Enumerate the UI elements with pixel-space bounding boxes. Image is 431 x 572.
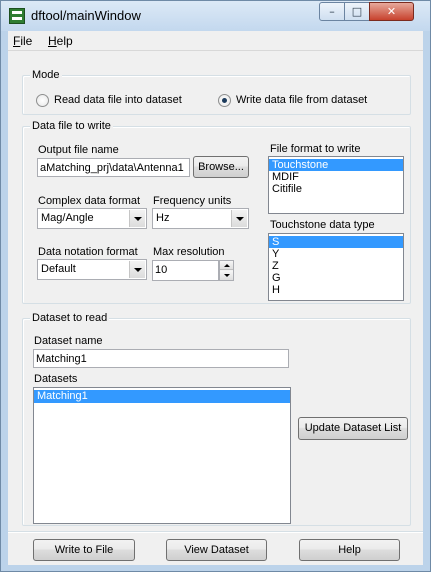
dataset-name-input[interactable]: Matching1 bbox=[33, 349, 289, 368]
close-icon: ✕ bbox=[386, 5, 397, 18]
list-item[interactable]: Citifile bbox=[269, 183, 403, 195]
update-dataset-list-button[interactable]: Update Dataset List bbox=[298, 417, 408, 440]
main-window: dftool/mainWindow – □ ✕ File Help Mode R… bbox=[0, 0, 431, 572]
notation-label: Data notation format bbox=[38, 246, 138, 258]
chevron-down-icon bbox=[129, 210, 145, 227]
complex-format-label: Complex data format bbox=[38, 195, 141, 207]
window-title: dftool/mainWindow bbox=[31, 8, 141, 23]
mode-legend: Mode bbox=[30, 69, 62, 81]
spin-down-icon[interactable] bbox=[220, 271, 233, 280]
dataset-legend: Dataset to read bbox=[30, 312, 110, 324]
client-area: Mode Read data file into dataset Write d… bbox=[8, 51, 423, 565]
spin-up-icon[interactable] bbox=[220, 261, 233, 270]
max-resolution-label: Max resolution bbox=[153, 246, 225, 258]
minimize-button[interactable]: – bbox=[319, 2, 345, 21]
output-file-input[interactable]: aMatching_prj\data\Antenna1 bbox=[37, 158, 190, 177]
title-bar[interactable]: dftool/mainWindow – □ ✕ bbox=[1, 1, 430, 31]
list-item[interactable]: Y bbox=[269, 248, 403, 260]
menu-file[interactable]: File bbox=[13, 34, 32, 48]
write-radio[interactable] bbox=[218, 94, 231, 107]
datasets-label: Datasets bbox=[34, 373, 78, 385]
menu-bar: File Help bbox=[8, 31, 423, 51]
list-item[interactable]: H bbox=[269, 284, 403, 296]
chevron-down-icon bbox=[231, 210, 247, 227]
notation-value: Default bbox=[41, 263, 76, 275]
list-item[interactable]: S bbox=[269, 236, 403, 248]
frequency-units-label: Frequency units bbox=[153, 195, 232, 207]
touchstone-type-label: Touchstone data type bbox=[270, 219, 375, 231]
list-item[interactable]: Touchstone bbox=[269, 159, 403, 171]
file-format-label: File format to write bbox=[270, 143, 361, 155]
max-resolution-spinner[interactable] bbox=[219, 260, 234, 281]
maximize-icon: □ bbox=[351, 5, 363, 18]
footer-divider bbox=[8, 531, 423, 533]
menu-help[interactable]: Help bbox=[48, 34, 73, 48]
read-radio-label[interactable]: Read data file into dataset bbox=[54, 94, 182, 106]
output-file-label: Output file name bbox=[38, 144, 119, 156]
complex-format-value: Mag/Angle bbox=[41, 212, 94, 224]
menu-help-label: Help bbox=[48, 34, 73, 48]
datasets-list[interactable]: Matching1 bbox=[33, 387, 291, 524]
list-item[interactable]: G bbox=[269, 272, 403, 284]
notation-select[interactable]: Default bbox=[37, 259, 147, 280]
minimize-icon: – bbox=[329, 5, 335, 18]
complex-format-select[interactable]: Mag/Angle bbox=[37, 208, 147, 229]
chevron-down-icon bbox=[129, 261, 145, 278]
view-dataset-button[interactable]: View Dataset bbox=[166, 539, 267, 561]
file-format-list[interactable]: Touchstone MDIF Citifile bbox=[268, 156, 404, 214]
help-button[interactable]: Help bbox=[299, 539, 400, 561]
read-radio[interactable] bbox=[36, 94, 49, 107]
app-icon bbox=[9, 8, 25, 24]
data-file-legend: Data file to write bbox=[30, 120, 113, 132]
write-to-file-button[interactable]: Write to File bbox=[33, 539, 135, 561]
dataset-name-label: Dataset name bbox=[34, 335, 103, 347]
list-item[interactable]: MDIF bbox=[269, 171, 403, 183]
close-button[interactable]: ✕ bbox=[369, 2, 414, 21]
touchstone-type-list[interactable]: S Y Z G H bbox=[268, 233, 404, 301]
browse-button[interactable]: Browse... bbox=[193, 156, 249, 178]
frequency-units-value: Hz bbox=[156, 212, 170, 224]
list-item[interactable]: Z bbox=[269, 260, 403, 272]
max-resolution-input[interactable]: 10 bbox=[152, 260, 219, 281]
frequency-units-select[interactable]: Hz bbox=[152, 208, 249, 229]
write-radio-label[interactable]: Write data file from dataset bbox=[236, 94, 367, 106]
maximize-button[interactable]: □ bbox=[344, 2, 370, 21]
list-item[interactable]: Matching1 bbox=[34, 390, 290, 403]
menu-file-label: File bbox=[13, 34, 33, 48]
